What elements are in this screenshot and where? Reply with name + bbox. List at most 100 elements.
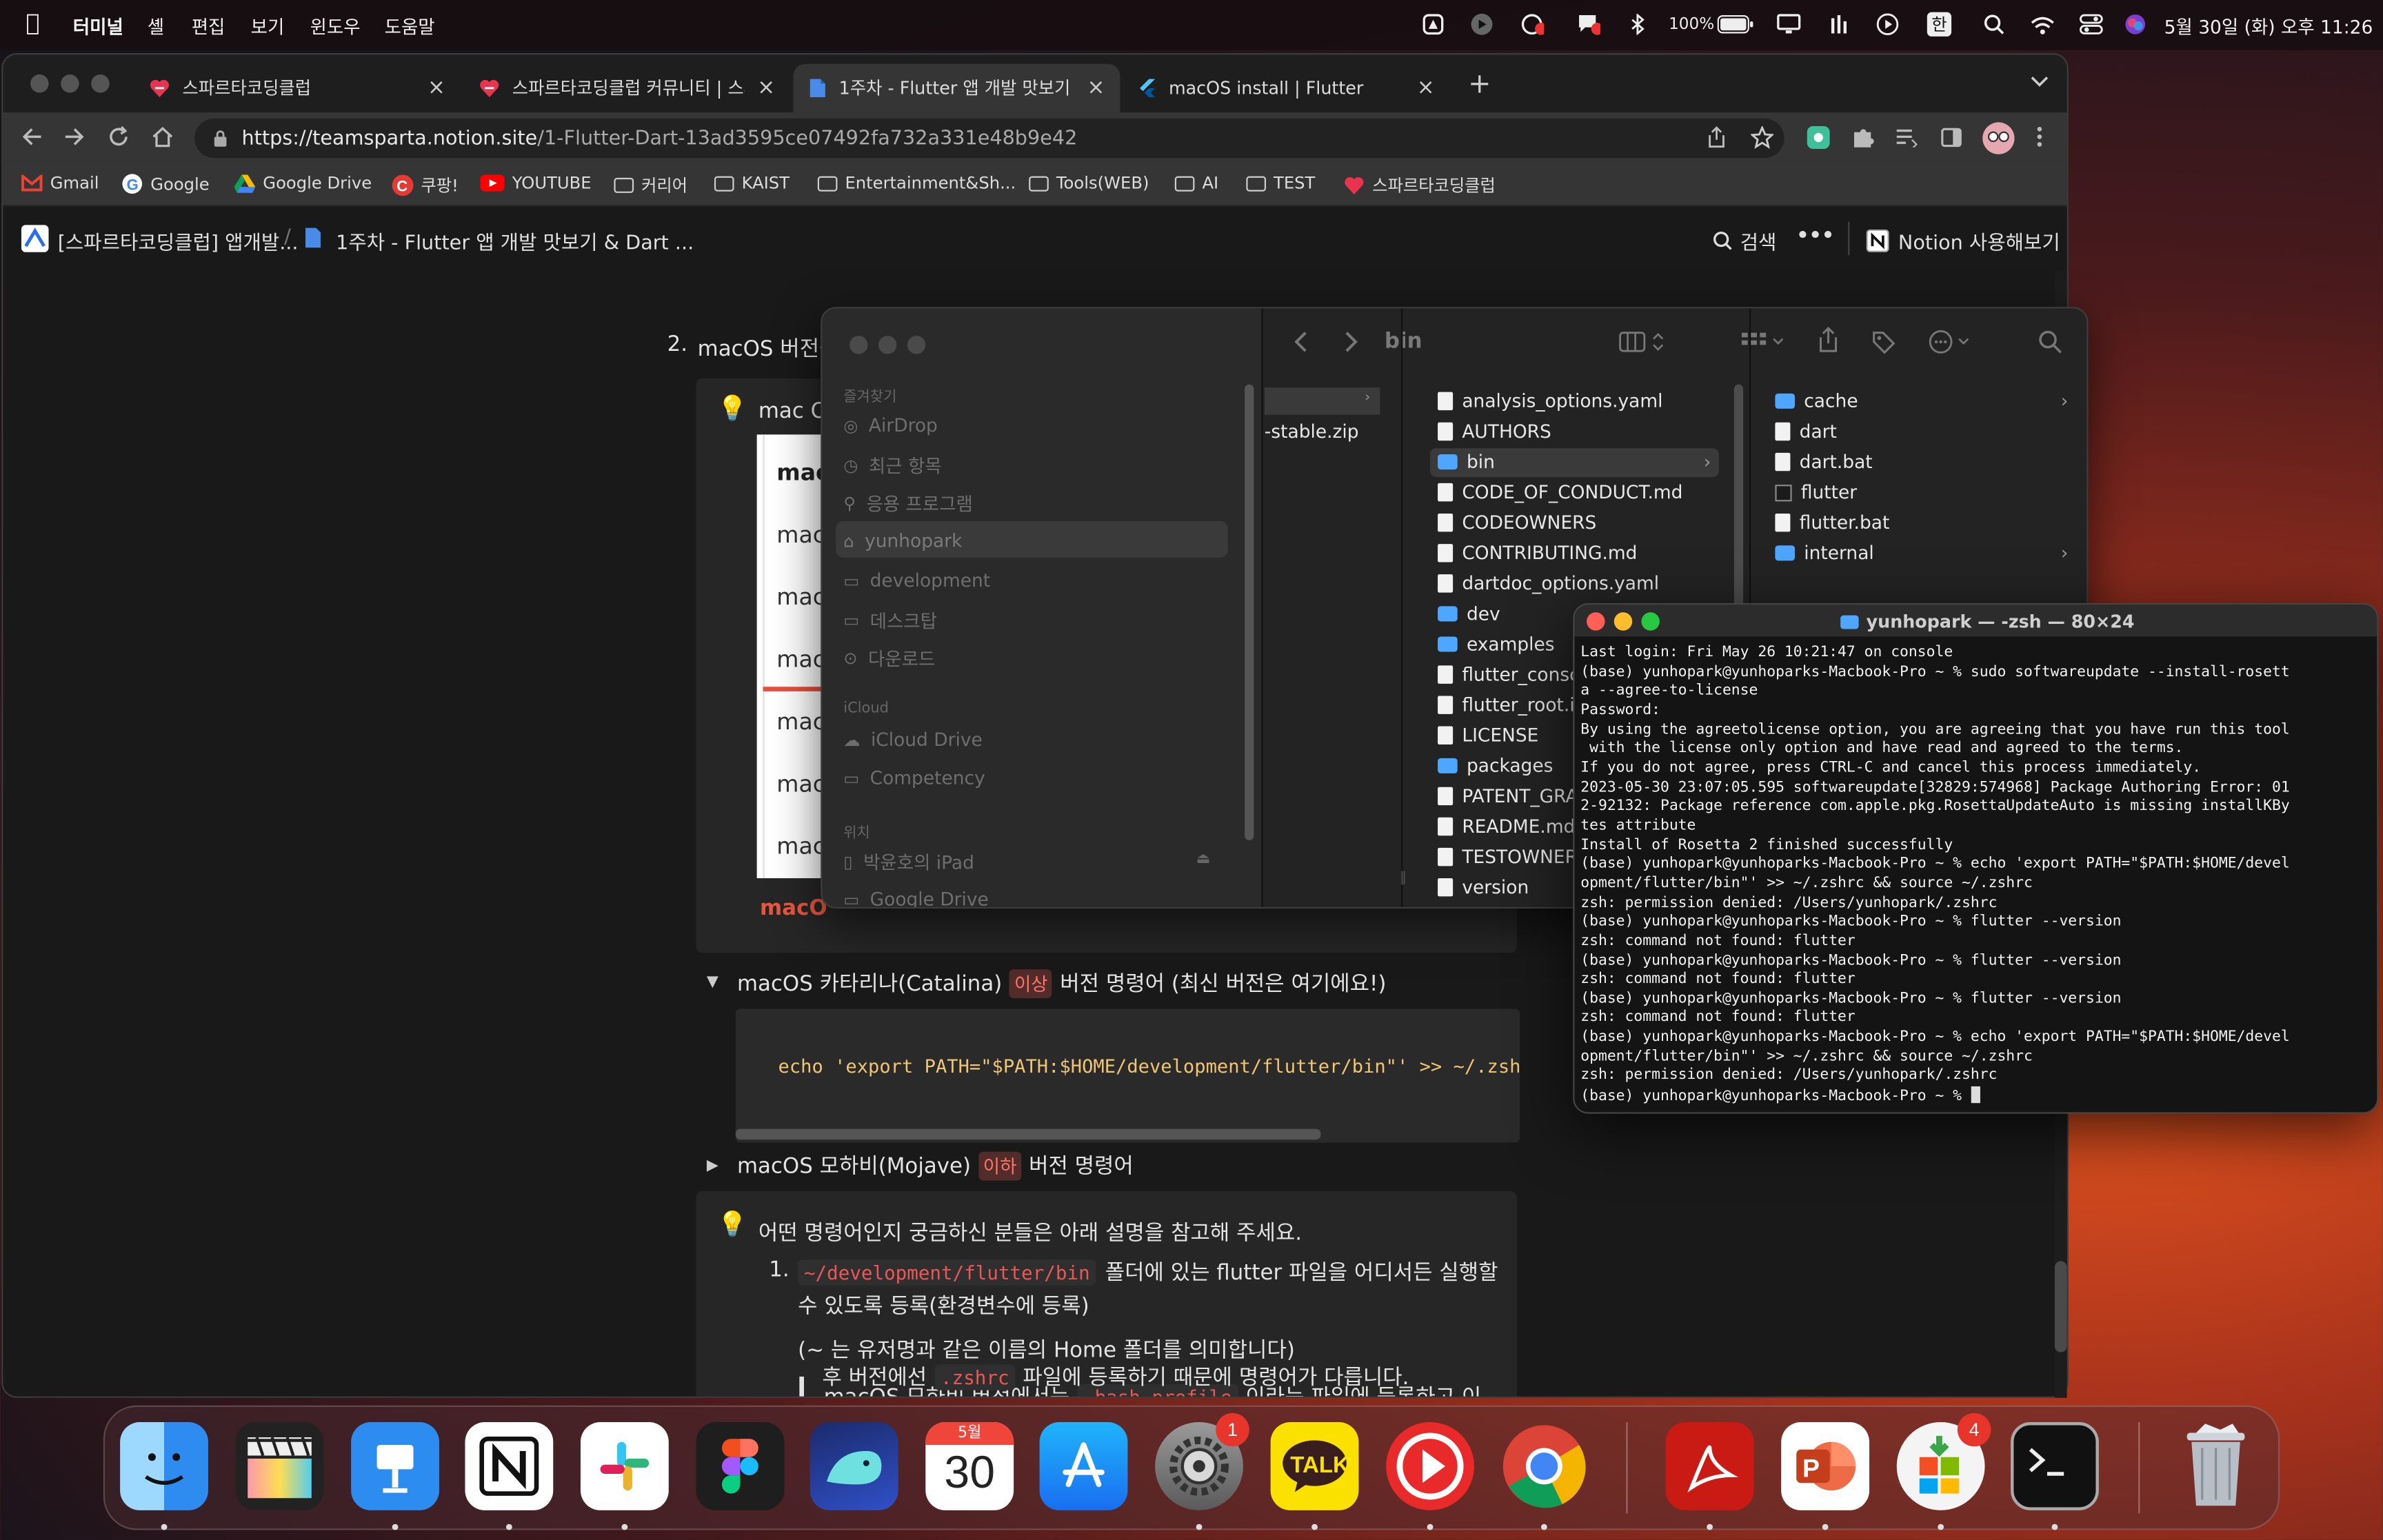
tab-close-icon[interactable]: × <box>428 76 445 100</box>
dock-app-slack[interactable] <box>580 1422 669 1510</box>
toggle-collapsed-icon[interactable]: ▶ <box>707 1158 718 1175</box>
back-arrow-icon[interactable] <box>21 126 43 148</box>
dock-app-chrome[interactable] <box>1500 1422 1588 1510</box>
bookmark-folder-career[interactable]: 커리어 <box>614 173 687 197</box>
sidebar-item-applications[interactable]: ⚲ 응용 프로그램 <box>843 491 973 516</box>
finder-file[interactable]: flutter_consc <box>1438 664 1580 685</box>
browser-tab[interactable]: macOS install | Flutter × <box>1123 64 1450 113</box>
dock-trash[interactable] <box>2172 1422 2260 1510</box>
wifi-icon[interactable] <box>2031 12 2055 37</box>
toggle-catalina[interactable]: macOS 카타리나(Catalina) 이상 버전 명령어 (최신 버전은 여… <box>737 968 1386 998</box>
browser-tab[interactable]: 스파르타코딩클럽 커뮤니티 | 스파르타 × <box>463 64 790 113</box>
sidebar-item-ipad[interactable]: ▯ 박윤호의 iPad <box>843 849 974 875</box>
siri-icon[interactable] <box>2123 12 2147 37</box>
share-icon[interactable] <box>1707 126 1727 149</box>
forward-chevron-icon[interactable] <box>1343 330 1358 354</box>
home-icon[interactable] <box>152 126 173 148</box>
sidebar-item-downloads[interactable]: ⊙ 다운로드 <box>843 646 935 671</box>
finder-file[interactable]: dartdoc_options.yaml <box>1438 573 1659 594</box>
sidebar-item-icloud-drive[interactable]: ☁ iCloud Drive <box>843 729 983 751</box>
input-source-badge[interactable]: 한 <box>1927 12 1952 37</box>
dock-app-keynote[interactable] <box>351 1422 439 1510</box>
finder-file[interactable]: LICENSE <box>1438 725 1538 746</box>
back-chevron-icon[interactable] <box>1294 330 1309 354</box>
finder-file[interactable]: README.md <box>1438 816 1575 837</box>
menu-app-name[interactable]: 터미널 <box>73 14 123 39</box>
terminal-scrollbar[interactable] <box>2365 645 2371 1100</box>
tab-close-icon[interactable]: × <box>1087 76 1105 100</box>
action-menu-icon[interactable] <box>1929 330 1974 354</box>
menu-item-edit[interactable]: 편집 <box>192 14 225 39</box>
tab-search-chevron-icon[interactable] <box>2031 76 2049 88</box>
terminal-output[interactable]: Last login: Fri May 26 10:21:47 on conso… <box>1580 645 2364 1108</box>
finder-file[interactable]: analysis_options.yaml <box>1438 390 1662 412</box>
bookmark-youtube[interactable]: YOUTUBE <box>480 173 592 193</box>
dock-app-acrobat[interactable] <box>1665 1422 1754 1510</box>
finder-file[interactable]: flutter_root.i <box>1438 694 1575 716</box>
sidebar-item-google-drive[interactable]: ▭ Google Drive <box>843 889 989 906</box>
record-icon[interactable] <box>1520 12 1545 37</box>
finder-folder[interactable]: internal <box>1775 543 1874 564</box>
sidebar-item-desktop[interactable]: ▭ 데스크탑 <box>843 608 937 634</box>
sidebar-item-competency[interactable]: ▭ Competency <box>843 767 985 789</box>
control-center-icon[interactable] <box>2079 12 2103 37</box>
finder-file[interactable]: CONTRIBUTING.md <box>1438 543 1637 564</box>
window-zoom-button[interactable] <box>91 74 110 93</box>
code-block[interactable]: echo 'export PATH="$PATH:$HOME/developme… <box>735 1009 1520 1143</box>
forward-arrow-icon[interactable] <box>64 126 86 148</box>
window-close-button[interactable] <box>849 336 868 354</box>
finder-file[interactable]: -stable.zip <box>1265 421 1359 443</box>
bookmark-sparta[interactable]: 스파르타코딩클럽 <box>1343 173 1496 197</box>
bookmark-folder-kaist[interactable]: KAIST <box>714 173 790 193</box>
window-zoom-button[interactable] <box>907 336 926 354</box>
finder-file[interactable]: dart <box>1775 421 1837 442</box>
window-minimize-button[interactable] <box>878 336 897 354</box>
dock-app-powerpoint[interactable]: P <box>1781 1422 1870 1510</box>
sidebar-item-development[interactable]: ▭ development <box>843 570 990 591</box>
window-close-button[interactable] <box>30 74 49 93</box>
finder-folder[interactable]: packages <box>1438 755 1553 776</box>
dock-app-kakaotalk[interactable]: TALK <box>1270 1422 1359 1510</box>
chrome-menu-icon[interactable] <box>2036 126 2042 148</box>
status-app-icon[interactable] <box>1421 12 1445 37</box>
finder-file[interactable]: CODE_OF_CONDUCT.md <box>1438 482 1682 503</box>
profile-avatar[interactable] <box>1982 121 2015 154</box>
finder-file[interactable]: dart.bat <box>1775 452 1873 472</box>
menu-item-view[interactable]: 보기 <box>251 14 285 39</box>
new-tab-button[interactable]: + <box>1468 68 1491 100</box>
battery-icon[interactable] <box>1717 12 1754 37</box>
display-icon[interactable] <box>1777 12 1801 37</box>
menu-item-help[interactable]: 도움말 <box>385 14 435 39</box>
page-scrollbar-thumb[interactable] <box>2054 1261 2067 1352</box>
finder-file[interactable]: CODEOWNERS <box>1438 512 1596 534</box>
chat-icon[interactable] <box>1576 12 1600 37</box>
bluetooth-icon[interactable] <box>1626 12 1650 37</box>
column-resize-handle[interactable]: ‖ <box>1400 871 1407 886</box>
dock-app-figma[interactable] <box>696 1422 785 1510</box>
toggle-mojave[interactable]: macOS 모하비(Mojave) 이하 버전 명령어 <box>737 1151 1134 1181</box>
bookmark-folder-test[interactable]: TEST <box>1246 173 1315 193</box>
sidebar-item-home[interactable]: ⌂ yunhopark <box>843 530 962 551</box>
tag-icon[interactable] <box>1871 330 1896 354</box>
tab-close-icon[interactable]: × <box>1417 76 1435 100</box>
spotlight-search-icon[interactable] <box>1982 12 2006 37</box>
dock-app-finder[interactable] <box>120 1422 208 1510</box>
window-minimize-button[interactable] <box>1613 612 1633 631</box>
wifi-bars-icon[interactable] <box>1827 12 1851 37</box>
reload-icon[interactable] <box>108 125 129 148</box>
finder-file[interactable]: TESTOWNER <box>1438 847 1578 868</box>
finder-folder[interactable]: cache <box>1775 390 1858 412</box>
reading-list-icon[interactable] <box>1896 128 1918 148</box>
window-zoom-button[interactable] <box>1641 612 1660 631</box>
window-minimize-button[interactable] <box>61 74 79 93</box>
finder-file[interactable]: flutter.bat <box>1775 512 1889 534</box>
bookmark-folder-ai[interactable]: AI <box>1174 173 1218 193</box>
browser-tab-active[interactable]: 1주차 - Flutter 앱 개발 맛보기 & D × <box>793 63 1120 113</box>
dock-app-video-player[interactable] <box>1386 1422 1474 1510</box>
dock-app-notion[interactable] <box>465 1422 554 1510</box>
code-scrollbar-thumb[interactable] <box>735 1128 1321 1140</box>
sidebar-item-airdrop[interactable]: ◎ AirDrop <box>843 415 938 436</box>
notion-search-button[interactable]: 검색 <box>1713 226 1776 255</box>
share-icon[interactable] <box>1818 326 1839 354</box>
finder-file[interactable]: PATENT_GRA <box>1438 786 1578 807</box>
